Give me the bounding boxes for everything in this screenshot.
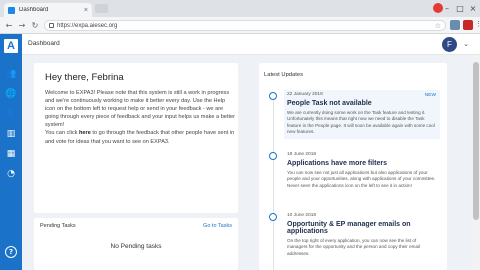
update-title: People Task not available [287, 100, 372, 107]
browser-tab-bar: Dashboard × – □ × [0, 0, 480, 17]
welcome-heading: Hey there, Febrina [45, 72, 124, 83]
update-description: We are currently doing some work on the … [287, 110, 435, 134]
scrollbar-thumb[interactable] [473, 62, 479, 220]
people-icon[interactable]: 👥 [5, 68, 17, 80]
minimize-button[interactable]: – [440, 0, 454, 17]
favicon-icon [8, 6, 15, 14]
analytics-icon[interactable]: ▦ [5, 148, 17, 160]
go-to-tasks-link[interactable]: Go to Tasks [203, 223, 232, 229]
globe-icon[interactable]: 🌐 [5, 88, 17, 100]
back-icon[interactable]: ← [3, 19, 15, 31]
aiesec-logo[interactable]: A [4, 39, 18, 53]
welcome-text: Welcome to EXPA3! Please note that this … [45, 89, 235, 146]
timeline-dot-icon [269, 213, 277, 221]
app-header: Dashboard F ⌄ [22, 34, 480, 55]
close-window-button[interactable]: × [466, 0, 480, 17]
timeline-dot-icon [269, 152, 277, 160]
update-title: Applications have more filters [287, 160, 387, 167]
tab-title: Dashboard [19, 7, 49, 13]
update-title: Opportunity & EP manager emails on appli… [287, 221, 411, 235]
buildings-icon[interactable]: ▥ [5, 128, 17, 140]
extension-red-icon[interactable] [463, 20, 473, 30]
reload-icon[interactable]: ↻ [29, 19, 41, 31]
url-text[interactable]: https://expa.aiesec.org [57, 23, 435, 29]
update-date: 10 June 2018 [287, 213, 317, 218]
tab-close-icon[interactable]: × [84, 7, 88, 14]
timeline-line [273, 92, 274, 270]
latest-updates-card: Latest Updates 22 January 2018 NEW Peopl… [259, 63, 447, 270]
feedback-text-pre: You can click [45, 130, 79, 137]
bookmark-star-icon[interactable]: ☆ [435, 22, 441, 30]
update-date: 18 June 2018 [287, 152, 317, 157]
maximize-button[interactable]: □ [453, 0, 467, 17]
update-description: You can now see not just all application… [287, 170, 436, 188]
user-avatar[interactable]: F [442, 37, 457, 52]
pie-chart-icon[interactable]: ◔ [5, 168, 17, 180]
feedback-link[interactable]: here [79, 130, 91, 136]
pending-tasks-heading: Pending Tasks [40, 223, 76, 229]
help-icon[interactable]: ? [5, 246, 17, 258]
browser-menu-icon[interactable]: ⋮ [475, 20, 480, 30]
app-sidebar: A 👥 🌐 👤 ▥ ▦ ◔ ? [0, 34, 22, 270]
extension-icon[interactable] [450, 20, 460, 30]
update-item[interactable]: 10 June 2018 Opportunity & EP manager em… [284, 213, 440, 257]
welcome-card: Hey there, Febrina Welcome to EXPA3! Ple… [34, 63, 238, 213]
welcome-paragraph: Welcome to EXPA3! Please note that this … [45, 90, 235, 129]
browser-toolbar: ← → ↻ https://expa.aiesec.org ☆ ⋮ [0, 17, 480, 34]
lock-icon [49, 23, 54, 28]
update-item[interactable]: 22 January 2018 NEW People Task not avai… [284, 90, 440, 140]
browser-tab[interactable]: Dashboard × [4, 3, 92, 17]
users-icon[interactable]: 👤 [5, 108, 17, 120]
breadcrumb: Dashboard [28, 40, 60, 47]
update-description: On the top right of every application, y… [287, 238, 421, 256]
chevron-down-icon[interactable]: ⌄ [463, 40, 469, 48]
address-bar[interactable]: https://expa.aiesec.org ☆ [44, 20, 446, 31]
pending-tasks-card: Pending Tasks Go to Tasks No Pending tas… [34, 218, 238, 270]
timeline-dot-icon [269, 92, 277, 100]
update-item[interactable]: 18 June 2018 Applications have more filt… [284, 152, 440, 189]
new-badge: NEW [424, 93, 436, 98]
update-date: 22 January 2018 [287, 92, 323, 97]
latest-updates-heading: Latest Updates [264, 72, 303, 78]
pending-tasks-empty: No Pending tasks [110, 243, 162, 250]
forward-icon[interactable]: → [16, 19, 28, 31]
new-tab-button[interactable] [95, 4, 108, 13]
